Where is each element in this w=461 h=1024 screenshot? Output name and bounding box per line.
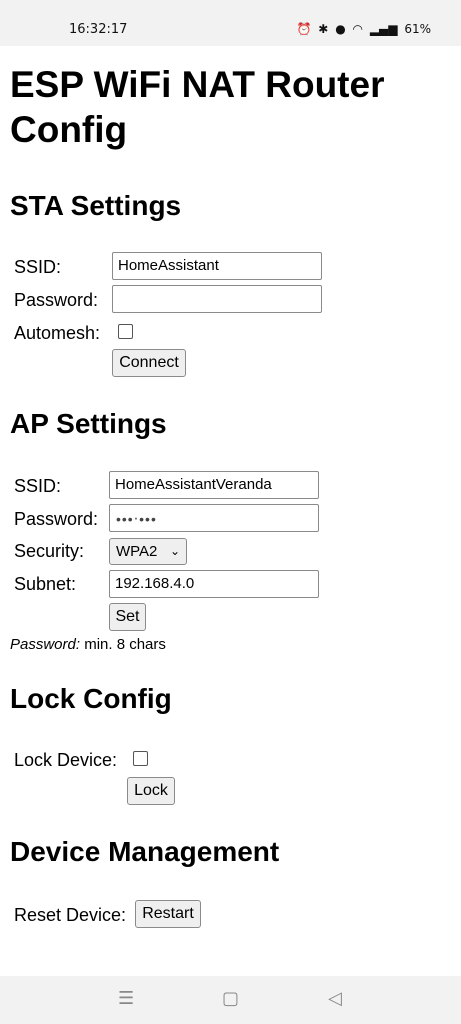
password-mask: •••‧•••: [116, 511, 157, 527]
wifi-icon: ◠: [352, 22, 363, 36]
location-icon: ●: [335, 22, 346, 36]
sta-settings-heading: STA Settings: [10, 190, 182, 221]
menu-icon[interactable]: ☰: [118, 988, 134, 1009]
reset-device-label: Reset Device:: [14, 905, 127, 925]
ap-ssid-label: SSID:: [14, 476, 62, 496]
navigation-bar: ☰ ▢ ◁: [0, 976, 461, 1024]
ap-password-label: Password:: [14, 509, 99, 529]
sta-password-input[interactable]: [112, 285, 322, 313]
sta-password-label: Password:: [14, 290, 99, 310]
security-selected-value: WPA2: [116, 543, 158, 560]
lock-device-label: Lock Device:: [14, 750, 118, 770]
security-select[interactable]: WPA2 ⌄: [109, 538, 187, 565]
lock-button[interactable]: Lock: [127, 777, 175, 805]
connect-button[interactable]: Connect: [112, 349, 186, 377]
sta-ssid-input[interactable]: HomeAssistant: [112, 252, 322, 280]
automesh-label: Automesh:: [14, 323, 101, 343]
set-button[interactable]: Set: [109, 603, 146, 631]
page-title: ESP WiFi NAT Router Config: [10, 64, 385, 150]
lock-device-checkbox[interactable]: [133, 751, 148, 766]
ap-ssid-input[interactable]: HomeAssistantVeranda: [109, 471, 319, 499]
status-bar: 16:32:17 ⏰ ✱ ● ◠ ▂▄▆ 61%: [0, 0, 461, 46]
sta-ssid-label: SSID:: [14, 257, 62, 277]
battery-percent: 61%: [404, 22, 431, 36]
lock-config-heading: Lock Config: [10, 683, 172, 714]
subnet-input[interactable]: 192.168.4.0: [109, 570, 319, 598]
device-management-heading: Device Management: [10, 836, 280, 867]
password-note: Password: min. 8 chars: [10, 636, 166, 654]
security-label: Security:: [14, 541, 85, 561]
ap-settings-heading: AP Settings: [10, 408, 167, 439]
back-icon[interactable]: ◁: [328, 988, 342, 1009]
status-icons: ⏰ ✱ ● ◠ ▂▄▆ 61%: [294, 22, 431, 36]
password-note-text: min. 8 chars: [80, 636, 166, 653]
chevron-down-icon: ⌄: [169, 544, 180, 558]
alarm-icon: ⏰: [296, 22, 312, 36]
restart-button[interactable]: Restart: [135, 900, 201, 928]
bluetooth-icon: ✱: [318, 22, 329, 36]
config-page: ESP WiFi NAT Router Config STA Settings …: [0, 46, 461, 976]
automesh-checkbox[interactable]: [118, 324, 133, 339]
status-time: 16:32:17: [69, 22, 128, 37]
signal-icon: ▂▄▆: [369, 22, 398, 36]
home-icon[interactable]: ▢: [222, 988, 239, 1009]
password-note-label: Password:: [10, 636, 81, 653]
subnet-label: Subnet:: [14, 574, 77, 594]
